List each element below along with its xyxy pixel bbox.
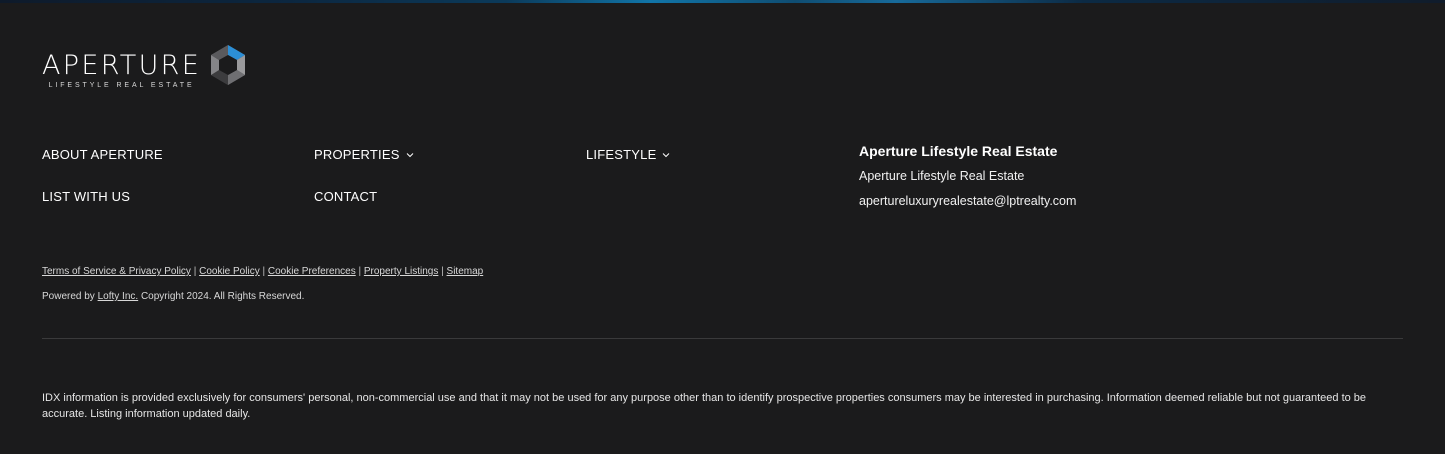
nav-about-label: ABOUT APERTURE bbox=[42, 147, 163, 162]
nav-list-with-us-label: LIST WITH US bbox=[42, 189, 131, 204]
nav-list-with-us[interactable]: LIST WITH US bbox=[42, 189, 130, 205]
footer-divider bbox=[42, 338, 1403, 339]
cookie-preferences-link[interactable]: Cookie Preferences bbox=[268, 266, 356, 277]
company-title: Aperture Lifestyle Real Estate bbox=[859, 143, 1058, 159]
lofty-link[interactable]: Lofty Inc. bbox=[98, 291, 139, 302]
link-separator: | bbox=[193, 266, 197, 277]
terms-privacy-link[interactable]: Terms of Service & Privacy Policy bbox=[42, 266, 191, 277]
nav-lifestyle-label: LIFESTYLE bbox=[586, 147, 657, 162]
company-name: Aperture Lifestyle Real Estate bbox=[859, 169, 1025, 183]
copyright-text: Copyright 2024. All Rights Reserved. bbox=[140, 291, 305, 302]
nav-properties-label: PROPERTIES bbox=[314, 147, 400, 162]
sitemap-link[interactable]: Sitemap bbox=[447, 266, 484, 277]
chevron-down-icon bbox=[663, 153, 670, 158]
nav-contact-label: CONTACT bbox=[314, 189, 378, 204]
idx-disclaimer: IDX information is provided exclusively … bbox=[42, 392, 1367, 420]
company-email-link[interactable]: apertureluxuryrealestate@lptrealty.com bbox=[859, 193, 1076, 209]
nav-properties[interactable]: PROPERTIES bbox=[314, 147, 414, 163]
logo-tagline: LIFESTYLE REAL ESTATE bbox=[48, 82, 195, 89]
link-separator: | bbox=[441, 266, 444, 277]
cookie-policy-link[interactable]: Cookie Policy bbox=[199, 266, 260, 277]
chevron-down-icon bbox=[406, 153, 413, 158]
nav-about-aperture[interactable]: ABOUT APERTURE bbox=[42, 147, 163, 163]
nav-lifestyle[interactable]: LIFESTYLE bbox=[586, 147, 670, 163]
aperture-logo[interactable]: APERTURE LIFESTYLE REAL ESTATE bbox=[42, 43, 248, 90]
link-separator: | bbox=[358, 266, 362, 277]
logo-wordmark: APERTURE bbox=[42, 50, 202, 81]
nav-contact[interactable]: CONTACT bbox=[314, 189, 377, 205]
powered-by: Powered by Lofty Inc. Copyright 2024. Al… bbox=[42, 290, 304, 303]
link-separator: | bbox=[262, 266, 266, 277]
aperture-shutter-icon bbox=[211, 45, 246, 85]
property-listings-link[interactable]: Property Listings bbox=[364, 266, 438, 277]
hero-image-edge bbox=[0, 0, 1445, 3]
logo-text: APERTURE LIFESTYLE REAL ESTATE bbox=[42, 43, 201, 90]
legal-links: Terms of Service & Privacy Policy | Cook… bbox=[42, 265, 483, 278]
powered-prefix: Powered by bbox=[42, 291, 95, 302]
